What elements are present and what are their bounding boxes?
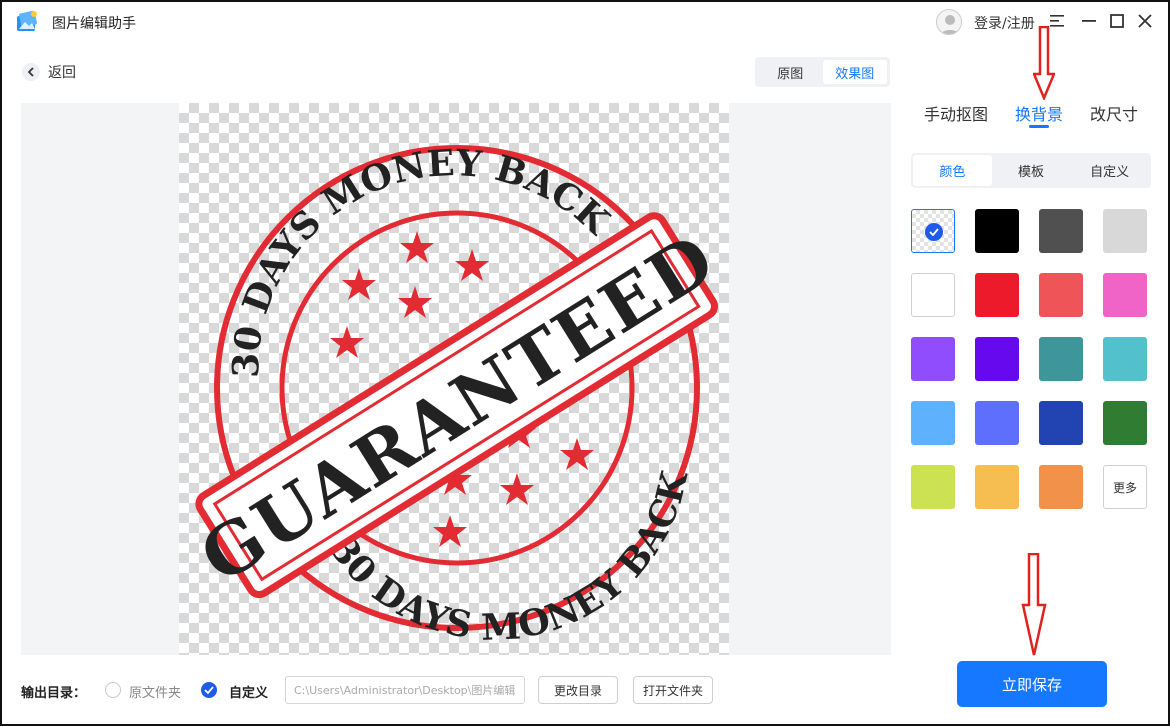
swatch-transparent[interactable] [911, 209, 955, 253]
close-button[interactable] [1135, 11, 1155, 31]
subtab-custom[interactable]: 自定义 [1070, 155, 1149, 186]
color-swatch[interactable] [1039, 401, 1083, 445]
background-subtabs: 颜色 模板 自定义 [911, 153, 1151, 188]
subtab-color[interactable]: 颜色 [913, 155, 992, 186]
tab-change-background[interactable]: 换背景 [1015, 101, 1063, 125]
app-title: 图片编辑助手 [52, 16, 136, 32]
minimize-button[interactable] [1079, 11, 1099, 31]
arrow-down-icon [1033, 26, 1055, 100]
star [433, 515, 467, 547]
star [560, 438, 594, 470]
arrow-down-icon [1021, 553, 1047, 656]
color-swatch[interactable] [1039, 273, 1083, 317]
color-swatch[interactable] [1103, 337, 1147, 381]
color-swatch[interactable] [1103, 401, 1147, 445]
color-swatch[interactable] [1039, 209, 1083, 253]
custom-label: 自定义 [229, 686, 269, 701]
back-label: 返回 [48, 65, 76, 81]
maximize-button[interactable] [1107, 11, 1127, 31]
result-view-tab[interactable]: 效果图 [822, 60, 887, 84]
color-swatch[interactable] [1103, 209, 1147, 253]
guarantee-stamp-image: 30 DAYS MONEY BACK 30 DAYS MONEY BACK GU… [186, 142, 729, 649]
preview-image[interactable]: 30 DAYS MONEY BACK 30 DAYS MONEY BACK GU… [179, 103, 729, 655]
save-button[interactable]: 立即保存 [957, 661, 1107, 707]
star [455, 249, 489, 281]
minimize-icon [1082, 20, 1096, 22]
output-dir-label: 输出目录： [21, 686, 87, 701]
subtab-template[interactable]: 模板 [992, 155, 1071, 186]
open-folder-button[interactable]: 打开文件夹 [633, 676, 713, 704]
color-swatch[interactable] [975, 337, 1019, 381]
chevron-left-icon [22, 63, 40, 81]
app-logo-icon [17, 10, 37, 31]
color-swatch[interactable] [975, 273, 1019, 317]
color-swatch[interactable] [911, 337, 955, 381]
color-swatch[interactable] [975, 209, 1019, 253]
active-tab-underline [1029, 125, 1049, 128]
color-swatch[interactable] [1039, 465, 1083, 509]
maximize-icon [1110, 14, 1124, 28]
color-swatch[interactable] [975, 401, 1019, 445]
original-folder-label: 原文件夹 [129, 686, 182, 701]
star [500, 473, 534, 505]
check-icon [204, 686, 214, 694]
star [400, 231, 434, 263]
star [342, 268, 376, 300]
color-swatch[interactable] [1103, 273, 1147, 317]
tab-manual-cutout[interactable]: 手动抠图 [924, 101, 988, 125]
color-swatch[interactable] [911, 401, 955, 445]
radio-original-folder[interactable] [105, 682, 121, 698]
color-swatch[interactable] [1039, 337, 1083, 381]
login-link[interactable]: 登录/注册 [974, 13, 1035, 33]
radio-custom[interactable] [201, 682, 217, 698]
more-colors-button[interactable]: 更多 [1103, 465, 1147, 509]
change-dir-button[interactable]: 更改目录 [538, 676, 618, 704]
close-icon [1138, 14, 1152, 28]
check-icon [925, 223, 943, 241]
color-swatch[interactable] [911, 465, 955, 509]
preview-canvas: 30 DAYS MONEY BACK 30 DAYS MONEY BACK GU… [21, 103, 891, 655]
star [330, 326, 364, 358]
color-swatch[interactable] [911, 273, 955, 317]
avatar[interactable] [936, 9, 962, 35]
output-path-input[interactable] [285, 676, 525, 704]
view-toggle: 原图 效果图 [755, 57, 890, 87]
original-view-tab[interactable]: 原图 [758, 60, 823, 84]
color-swatch[interactable] [975, 465, 1019, 509]
star [398, 286, 432, 318]
back-button[interactable]: 返回 [22, 62, 76, 82]
tab-resize[interactable]: 改尺寸 [1090, 101, 1138, 125]
